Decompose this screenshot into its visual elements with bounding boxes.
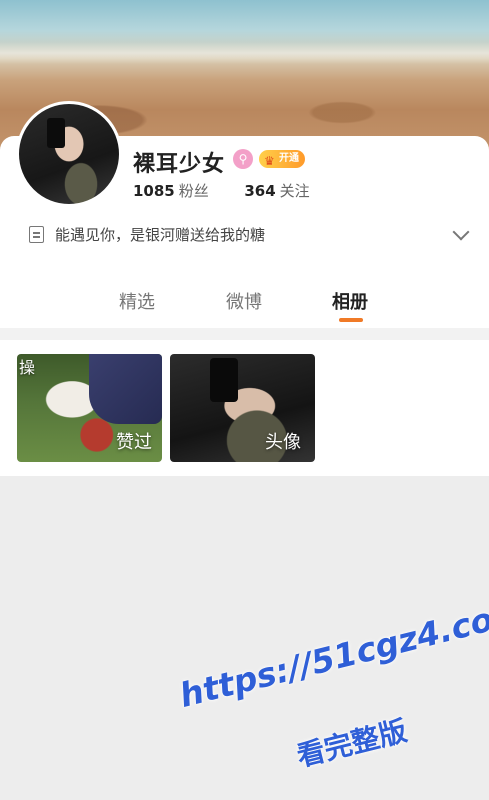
watermark-text: 看完整版 (293, 713, 411, 774)
verify-icon[interactable]: ⚲ (233, 149, 253, 169)
tab-weibo[interactable]: 微博 (226, 288, 262, 314)
tab-featured[interactable]: 精选 (119, 288, 155, 314)
following-count: 364 (244, 182, 276, 200)
watermark-url: https://51cgz4.com (175, 591, 489, 715)
album-avatar-image (210, 358, 238, 402)
followers-label: 粉丝 (178, 182, 209, 200)
bio-document-icon (29, 226, 44, 243)
crown-icon: ♛ (264, 154, 275, 168)
vip-label: 开通 (279, 153, 299, 164)
album-liked-image (89, 354, 162, 424)
following-label: 关注 (279, 182, 310, 200)
album-liked-corner-text: 操 (19, 358, 36, 377)
tab-album[interactable]: 相册 (332, 288, 368, 314)
album-avatar-label: 头像 (265, 432, 301, 453)
banner-wave (0, 42, 489, 64)
bio-text: 能遇见你，是银河赠送给我的糖 (55, 226, 266, 244)
album-liked[interactable]: 操 赞过 (17, 354, 162, 462)
followers-count: 1085 (133, 182, 175, 200)
vip-badge[interactable]: ♛ 开通 (259, 150, 305, 168)
section-divider (0, 328, 489, 340)
album-avatar[interactable]: 头像 (170, 354, 315, 462)
username: 裸耳少女 (133, 152, 226, 177)
album-liked-label: 赞过 (116, 432, 152, 453)
avatar-phone (47, 118, 65, 148)
avatar[interactable] (16, 101, 122, 207)
following-stat[interactable]: 364 关注 (244, 182, 309, 200)
followers-stat[interactable]: 1085 粉丝 (133, 182, 214, 200)
tab-active-indicator (339, 318, 363, 322)
album-grid: 操 赞过 头像 (0, 340, 489, 476)
profile-stats: 1085 粉丝 364 关注 (133, 180, 310, 201)
